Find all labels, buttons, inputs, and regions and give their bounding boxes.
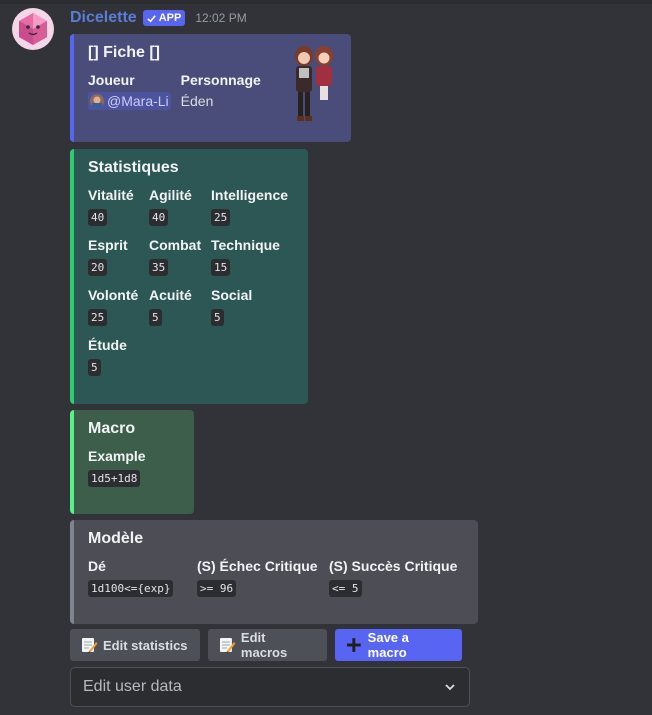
stat-field-vitalite: Vitalité 40 bbox=[88, 186, 143, 227]
field-label: Intelligence bbox=[211, 187, 289, 203]
model-value: 1d100<={exp} bbox=[88, 580, 174, 597]
select-placeholder: Edit user data bbox=[83, 678, 182, 695]
field-value: 25 bbox=[88, 307, 143, 327]
field-label: Acuité bbox=[149, 287, 192, 303]
stat-value: 5 bbox=[88, 359, 101, 376]
macro-field-name: Example bbox=[88, 448, 146, 464]
player-label: Joueur bbox=[88, 72, 135, 88]
field-label: Volonté bbox=[88, 287, 139, 303]
top-divider bbox=[0, 0, 652, 4]
action-buttons: Edit statistics Edit macros Save a macro bbox=[70, 629, 462, 661]
memo-icon bbox=[219, 638, 236, 653]
field-value: 5 bbox=[88, 357, 143, 377]
stat-value: 20 bbox=[88, 259, 108, 276]
edit-macros-label: Edit macros bbox=[240, 630, 288, 660]
model-value: <= 5 bbox=[329, 580, 362, 597]
player-field: Joueur @Mara-Li bbox=[88, 71, 171, 112]
stat-field-intelligence: Intelligence 25 bbox=[211, 186, 294, 227]
macro-embed: Macro Example 1d5+1d8 bbox=[70, 410, 194, 514]
model-field-de: Dé 1d100<={exp} bbox=[88, 557, 193, 598]
field-value: @Mara-Li bbox=[88, 92, 171, 112]
timestamp: 12:02 PM bbox=[195, 11, 247, 25]
macro-field-value: 1d5+1d8 bbox=[88, 470, 141, 487]
app-badge-label: APP bbox=[158, 12, 182, 24]
stat-value: 40 bbox=[88, 209, 108, 226]
message-header: Dicelette APP 12:02 PM bbox=[70, 8, 247, 28]
fiche-embed: [] Fiche [] Joueur @Mara-Li Personnage É… bbox=[70, 34, 351, 142]
stat-value: 35 bbox=[149, 259, 169, 276]
app-badge: APP bbox=[142, 10, 186, 26]
stat-value: 25 bbox=[211, 209, 231, 226]
stat-field-combat: Combat 35 bbox=[149, 236, 205, 277]
stats-embed: Statistiques Vitalité 40 Agilité 40 Intell… bbox=[70, 149, 308, 404]
model-title: Modèle bbox=[88, 530, 144, 547]
stat-value: 5 bbox=[211, 309, 224, 326]
model-embed: Modèle Dé 1d100<={exp} (S) Échec Critique… bbox=[70, 520, 478, 624]
edit-macros-button[interactable]: Edit macros bbox=[208, 629, 327, 661]
field-value: 25 bbox=[211, 207, 294, 227]
field-value: 40 bbox=[88, 207, 143, 227]
edit-user-data-select[interactable]: Edit user data bbox=[70, 667, 470, 707]
field-label: Technique bbox=[211, 237, 280, 253]
chevron-down-icon bbox=[445, 684, 455, 691]
field-value: 5 bbox=[149, 307, 205, 327]
stat-value: 15 bbox=[211, 259, 231, 276]
bot-avatar[interactable] bbox=[12, 8, 54, 50]
field-value: 1d100<={exp} bbox=[88, 578, 193, 598]
character-thumbnail[interactable] bbox=[286, 42, 338, 124]
model-field-succes: (S) Succès Critique <= 5 bbox=[329, 557, 464, 598]
field-label: Vitalité bbox=[88, 187, 134, 203]
stat-field-volonte: Volonté 25 bbox=[88, 286, 143, 327]
macro-field: Example 1d5+1d8 bbox=[88, 447, 180, 488]
character-label: Personnage bbox=[180, 72, 261, 88]
plus-icon bbox=[346, 638, 361, 652]
field-value: 20 bbox=[88, 257, 143, 277]
stat-value: 5 bbox=[149, 309, 162, 326]
stats-title: Statistiques bbox=[88, 159, 179, 176]
mention-avatar bbox=[90, 94, 104, 108]
stat-field-acuite: Acuité 5 bbox=[149, 286, 205, 327]
memo-icon bbox=[82, 638, 98, 653]
field-label: (S) Échec Critique bbox=[197, 558, 318, 574]
character-value: Éden bbox=[180, 93, 214, 109]
character-field: Personnage Éden bbox=[181, 71, 261, 112]
edit-statistics-label: Edit statistics bbox=[103, 637, 188, 653]
field-value: 40 bbox=[149, 207, 205, 227]
field-label: Social bbox=[211, 287, 253, 303]
model-field-echec: (S) Échec Critique >= 96 bbox=[197, 557, 325, 598]
save-macro-button[interactable]: Save a macro bbox=[335, 629, 462, 661]
field-value: >= 96 bbox=[197, 578, 325, 598]
model-value: >= 96 bbox=[197, 580, 237, 597]
field-label: Combat bbox=[149, 237, 202, 253]
field-value: 35 bbox=[149, 257, 205, 277]
field-label: (S) Succès Critique bbox=[329, 558, 458, 574]
player-mention[interactable]: @Mara-Li bbox=[88, 92, 171, 110]
field-value: 1d5+1d8 bbox=[88, 468, 180, 488]
stat-field-social: Social 5 bbox=[211, 286, 294, 327]
player-mention-text: @Mara-Li bbox=[107, 93, 169, 109]
field-label: Étude bbox=[88, 337, 127, 353]
save-macro-label: Save a macro bbox=[367, 630, 409, 660]
stat-field-technique: Technique 15 bbox=[211, 236, 294, 277]
field-label: Agilité bbox=[149, 187, 192, 203]
stat-value: 25 bbox=[88, 309, 108, 326]
field-value: <= 5 bbox=[329, 578, 464, 598]
stat-field-etude: Étude 5 bbox=[88, 336, 143, 377]
stat-field-agilite: Agilité 40 bbox=[149, 186, 205, 227]
stat-value: 40 bbox=[149, 209, 169, 226]
stat-field-esprit: Esprit 20 bbox=[88, 236, 143, 277]
macro-title: Macro bbox=[88, 420, 136, 437]
field-value: 5 bbox=[211, 307, 294, 327]
field-value: 15 bbox=[211, 257, 294, 277]
field-label: Esprit bbox=[88, 237, 128, 253]
field-label: Dé bbox=[88, 558, 106, 574]
verified-check-icon bbox=[147, 14, 156, 22]
username[interactable]: Dicelette bbox=[70, 9, 137, 27]
edit-statistics-button[interactable]: Edit statistics bbox=[70, 629, 200, 661]
